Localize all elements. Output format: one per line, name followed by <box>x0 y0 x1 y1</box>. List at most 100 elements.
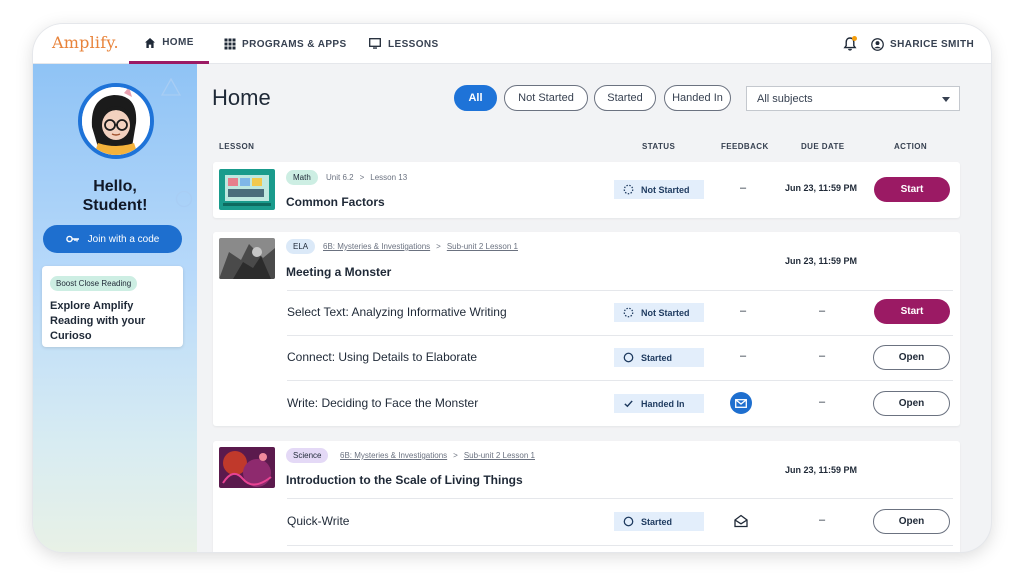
checkmark-icon <box>624 400 633 408</box>
main-content: Home All Not Started Started Handed In A… <box>197 64 991 552</box>
user-circle-icon <box>871 37 884 51</box>
avatar[interactable] <box>78 83 154 159</box>
subject-select[interactable]: All subjects <box>746 86 960 111</box>
nav-home[interactable]: HOME <box>129 24 209 64</box>
greeting-text: Hello, Student! <box>82 178 148 214</box>
breadcrumb: Unit 6.2 > Lesson 13 <box>326 173 407 182</box>
user-menu[interactable]: SHARICE SMITH <box>871 24 974 64</box>
lesson-thumbnail[interactable] <box>219 169 275 210</box>
column-lesson: LESSON <box>219 142 255 151</box>
due-value: – <box>819 514 826 526</box>
lesson-card-science: Science 6B: Mysteries & Investigations >… <box>213 441 960 552</box>
started-icon <box>623 516 634 527</box>
page-title: Home <box>212 85 271 110</box>
status-label: Not Started <box>641 307 690 318</box>
start-button[interactable]: Start <box>874 177 950 202</box>
caret-down-icon <box>942 97 950 102</box>
subject-tag-science: Science <box>286 448 329 463</box>
open-button[interactable]: Open <box>873 345 950 370</box>
status-label: Started <box>641 516 673 527</box>
column-action: ACTION <box>894 142 928 151</box>
activity-name[interactable]: Quick-Write <box>287 514 349 528</box>
breadcrumb: 6B: Mysteries & Investigations > Sub-uni… <box>340 451 535 460</box>
lesson-title[interactable]: Common Factors <box>286 195 385 209</box>
nav-home-label: HOME <box>162 37 194 48</box>
lesson-thumbnail[interactable] <box>219 238 275 279</box>
ela-thumbnail-icon <box>219 238 275 279</box>
divider <box>287 290 953 291</box>
filter-all[interactable]: All <box>454 85 497 111</box>
activity-name[interactable]: Connect: Using Details to Elaborate <box>287 350 477 364</box>
grid-icon <box>224 38 236 50</box>
due-value: – <box>819 350 826 362</box>
column-due-date: DUE DATE <box>801 142 845 151</box>
user-name: SHARICE SMITH <box>890 38 975 50</box>
divider <box>287 545 953 546</box>
due-date: Jun 23, 11:59 PM <box>785 183 858 193</box>
status-label: Started <box>641 352 673 363</box>
breadcrumb-unit[interactable]: 6B: Mysteries & Investigations <box>323 242 430 251</box>
breadcrumb-separator: > <box>359 173 365 182</box>
feedback-value: – <box>740 182 747 194</box>
monitor-icon <box>369 38 381 49</box>
math-thumbnail-icon <box>219 169 275 210</box>
due-date: Jun 23, 11:59 PM <box>785 256 858 266</box>
not-started-icon <box>623 307 634 318</box>
lesson-thumbnail[interactable] <box>219 447 275 488</box>
activity-name[interactable]: Select Text: Analyzing Informative Writi… <box>287 305 507 319</box>
mail-icon[interactable] <box>730 392 752 414</box>
mail-open-icon[interactable] <box>734 514 748 528</box>
column-feedback: FEEDBACK <box>721 142 769 151</box>
home-icon <box>145 37 156 48</box>
key-icon <box>65 235 79 243</box>
breadcrumb-separator: > <box>453 451 458 460</box>
feedback-value: – <box>740 305 747 317</box>
join-with-code-button[interactable]: Join with a code <box>43 225 182 253</box>
feedback-value: – <box>740 350 747 362</box>
triangle-decoration-icon <box>161 78 181 96</box>
app-window: Amplify. HOME PROGRAMS & APPS LESSONS SH… <box>33 24 991 552</box>
due-value: – <box>819 396 826 408</box>
breadcrumb-unit[interactable]: 6B: Mysteries & Investigations <box>340 451 447 460</box>
divider <box>287 498 953 499</box>
open-button[interactable]: Open <box>873 509 950 534</box>
nav-programs-apps[interactable]: PROGRAMS & APPS <box>224 24 347 64</box>
breadcrumb-lesson[interactable]: Lesson 13 <box>370 173 407 182</box>
lesson-title[interactable]: Meeting a Monster <box>286 265 391 279</box>
breadcrumb: 6B: Mysteries & Investigations > Sub-uni… <box>323 242 518 251</box>
promo-card[interactable]: Boost Close Reading Explore Amplify Read… <box>42 266 183 347</box>
lesson-card-ela: ELA 6B: Mysteries & Investigations > Sub… <box>213 232 960 426</box>
lesson-title[interactable]: Introduction to the Scale of Living Thin… <box>286 473 523 487</box>
nav-programs-label: PROGRAMS & APPS <box>242 38 347 50</box>
divider <box>287 380 953 381</box>
subject-tag-ela: ELA <box>286 239 316 254</box>
status-badge: Not Started <box>614 303 704 322</box>
due-value: – <box>819 305 826 317</box>
divider <box>287 335 953 336</box>
status-label: Not Started <box>641 184 690 195</box>
filter-handed-in[interactable]: Handed In <box>664 85 731 111</box>
subject-select-value: All subjects <box>757 92 813 105</box>
not-started-icon <box>623 184 634 195</box>
breadcrumb-unit[interactable]: Unit 6.2 <box>326 173 354 182</box>
filter-started[interactable]: Started <box>594 85 656 111</box>
activity-name[interactable]: Write: Deciding to Face the Monster <box>287 396 478 410</box>
promo-tag: Boost Close Reading <box>50 276 138 291</box>
envelope-icon <box>735 398 747 408</box>
amplify-logo[interactable]: Amplify. <box>52 33 119 52</box>
start-button[interactable]: Start <box>874 299 950 324</box>
nav-lessons[interactable]: LESSONS <box>368 24 439 64</box>
subject-tag-math: Math <box>286 170 318 185</box>
breadcrumb-lesson[interactable]: Sub-unit 2 Lesson 1 <box>447 242 518 251</box>
greeting: Hello, Student! <box>33 177 197 215</box>
promo-text: Explore Amplify Reading with your Curios… <box>50 300 146 342</box>
nav-lessons-label: LESSONS <box>388 38 439 50</box>
status-badge: Not Started <box>614 180 704 199</box>
started-icon <box>623 352 634 363</box>
breadcrumb-lesson[interactable]: Sub-unit 2 Lesson 1 <box>464 451 535 460</box>
science-thumbnail-icon <box>219 447 275 488</box>
status-label: Handed In <box>641 398 685 409</box>
open-button[interactable]: Open <box>873 391 950 416</box>
filter-not-started[interactable]: Not Started <box>504 85 588 111</box>
sidebar: Hello, Student! Join with a code Boost C… <box>33 64 197 552</box>
